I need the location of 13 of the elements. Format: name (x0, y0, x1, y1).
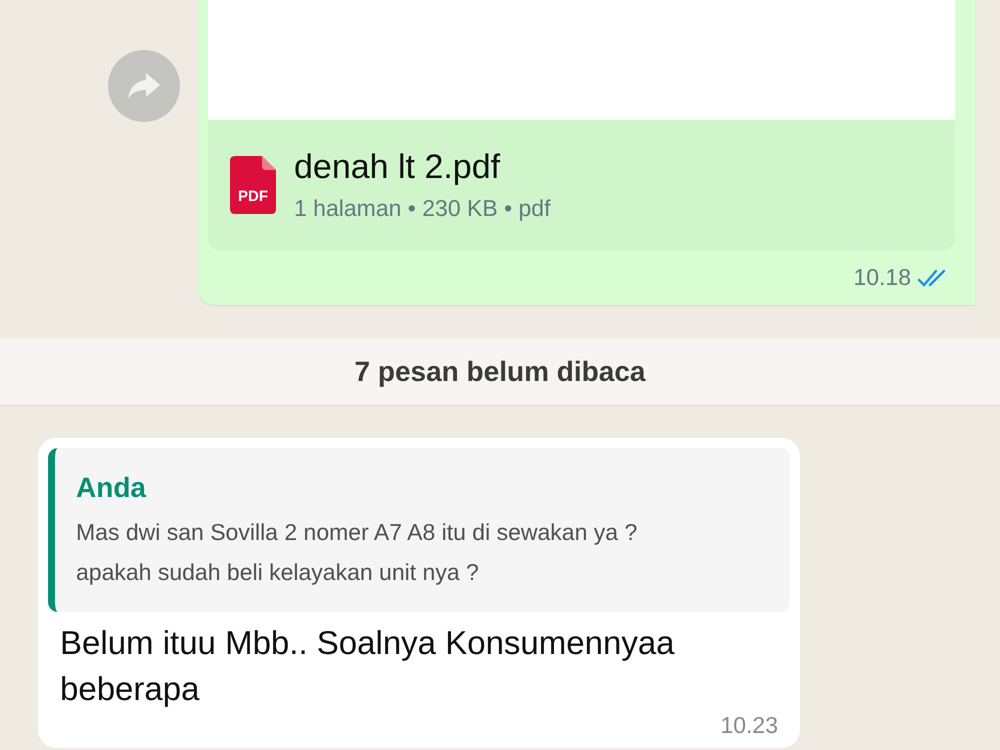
document-preview[interactable] (208, 0, 955, 120)
message-time: 10.18 (853, 264, 911, 291)
file-name: denah lt 2.pdf (294, 148, 502, 187)
file-details: 1 halaman • 230 KB • pdf (294, 195, 550, 222)
quote-text: Mas dwi san Sovilla 2 nomer A7 A8 itu di sewakan ya ?apakah sudah beli kelayakan unit nya ? (76, 518, 638, 587)
message-text: Belum ituu Mbb.. Soalnya Konsumennyaa beberapa (60, 623, 676, 709)
pdf-file-icon: PDF (230, 156, 276, 214)
unread-messages-divider: 7 pesan belum dibaca (354, 356, 646, 388)
quoted-message[interactable]: Anda Mas dwi san Sovilla 2 nomer A7 A8 itu di sewakan ya ?apakah sudah beli kelayakan unit nya ? (48, 448, 790, 612)
message-time: 10.23 (720, 712, 778, 738)
file-attachment[interactable]: PDF denah lt 2.pdf 1 halaman • 230 KB • pdf (208, 120, 955, 250)
forward-icon (126, 71, 162, 101)
quote-author: Anda (76, 472, 148, 504)
